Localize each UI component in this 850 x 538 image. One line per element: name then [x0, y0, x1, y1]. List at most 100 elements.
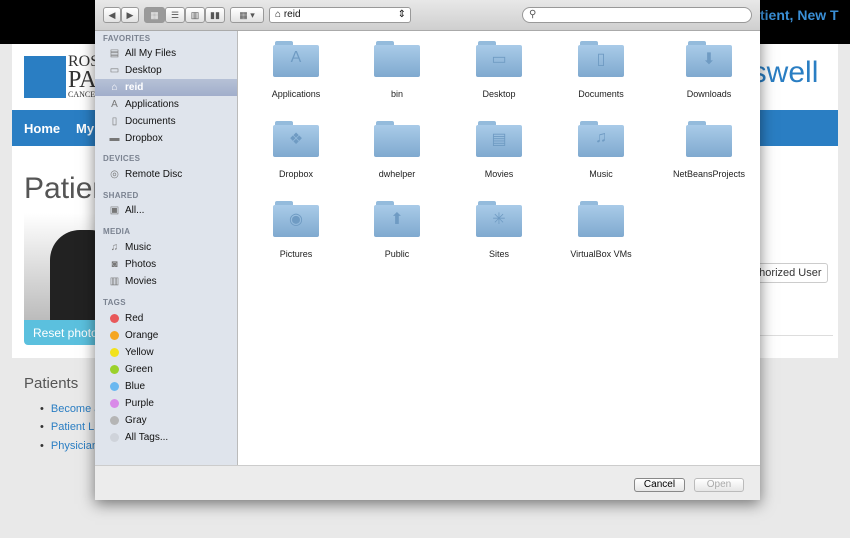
- column-view-button[interactable]: ▥: [185, 7, 205, 23]
- folder-glyph-icon: ▯: [596, 51, 606, 68]
- folder-label: Pictures: [279, 249, 313, 259]
- folder-label: Desktop: [482, 89, 516, 99]
- sidebar-item-movies[interactable]: ▥ Movies: [95, 273, 237, 290]
- sidebar-item-applications[interactable]: A Applications: [95, 96, 237, 113]
- camera-icon: ◙: [111, 259, 118, 270]
- folder-item[interactable]: NetBeansProjects: [659, 121, 759, 179]
- folder-item[interactable]: VirtualBox VMs: [551, 201, 651, 259]
- folder-icon: ◉: [273, 201, 319, 237]
- arrange-button[interactable]: ▦ ▾: [230, 7, 264, 23]
- folder-item[interactable]: ⬇ Downloads: [659, 41, 759, 99]
- folder-glyph-icon: ✳: [492, 211, 506, 228]
- film-icon: ▥: [109, 276, 120, 287]
- folder-item[interactable]: ♫ Music: [551, 121, 651, 179]
- search-input[interactable]: ⚲: [522, 7, 752, 23]
- patient-link[interactable]: Physician: [40, 440, 98, 452]
- network-icon: ▣: [109, 205, 120, 216]
- folder-icon: [578, 201, 624, 237]
- sidebar-heading: FAVORITES: [103, 34, 151, 43]
- folder-icon: ✳: [476, 201, 522, 237]
- folder-item[interactable]: ✳ Sites: [449, 201, 549, 259]
- tag-label: Red: [125, 313, 144, 324]
- folder-item[interactable]: bin: [347, 41, 447, 99]
- list-view-button[interactable]: ☰: [165, 7, 185, 23]
- user-name[interactable]: tient, New T: [760, 7, 839, 23]
- tag-label: Purple: [125, 398, 154, 409]
- sidebar-item-desktop[interactable]: ▭ Desktop: [95, 62, 237, 79]
- tag-gray[interactable]: Gray: [95, 412, 237, 429]
- folder-label: Movies: [484, 169, 514, 179]
- file-grid: A Applications bin ▭ Desktop ▯ Documents ⬇ Downl…: [238, 31, 760, 465]
- updown-icon: ⇕: [397, 9, 406, 20]
- sidebar-item-reid[interactable]: ⌂ reid: [95, 79, 237, 96]
- sidebar-item-label: reid: [125, 82, 144, 93]
- folder-icon: ▭: [476, 41, 522, 77]
- folder-icon: A: [273, 41, 319, 77]
- patient-link[interactable]: Patient Lif: [40, 421, 100, 433]
- tag-purple[interactable]: Purple: [95, 395, 237, 412]
- folder-item[interactable]: ❖ Dropbox: [246, 121, 346, 179]
- tag-label: Gray: [125, 415, 147, 426]
- folder-icon: [374, 41, 420, 77]
- folder-item[interactable]: ▤ Movies: [449, 121, 549, 179]
- folder-glyph-icon: ♫: [595, 129, 607, 146]
- tag-yellow[interactable]: Yellow: [95, 344, 237, 361]
- sidebar-heading: SHARED: [103, 191, 139, 200]
- tag-orange[interactable]: Orange: [95, 327, 237, 344]
- sidebar-item-label: Movies: [125, 276, 157, 287]
- home-icon: ⌂: [275, 9, 282, 20]
- sidebar-item-dropbox[interactable]: ▬ Dropbox: [95, 130, 237, 147]
- tag-dot-icon: [110, 348, 119, 357]
- sidebar-item-music[interactable]: ♫ Music: [95, 239, 237, 256]
- folder-label: Applications: [271, 89, 321, 99]
- tag-label: Blue: [125, 381, 146, 392]
- location-popup[interactable]: ⌂ reid ⇕: [269, 7, 411, 23]
- sidebar-heading: DEVICES: [103, 154, 141, 163]
- folder-label: bin: [390, 89, 403, 99]
- folder-item[interactable]: dwhelper: [347, 121, 447, 179]
- folder-item[interactable]: ◉ Pictures: [246, 201, 346, 259]
- patient-link[interactable]: Become a: [40, 403, 101, 415]
- folder-item[interactable]: ▯ Documents: [551, 41, 651, 99]
- folder-icon: ▯: [578, 41, 624, 77]
- nav-my[interactable]: My: [76, 121, 94, 136]
- tag-dot-icon: [110, 382, 119, 391]
- all-files-icon: ▤: [109, 48, 120, 59]
- folder-icon: ⬇: [686, 41, 732, 77]
- sidebar-item-label: Documents: [125, 116, 176, 127]
- applications-icon: A: [111, 99, 118, 110]
- sidebar-item-label: All...: [125, 205, 145, 216]
- icon-view-button[interactable]: ▦: [144, 7, 165, 23]
- tag-dot-icon: [110, 314, 119, 323]
- documents-icon: ▯: [111, 116, 118, 127]
- sidebar-item-label: Applications: [125, 99, 179, 110]
- sidebar-item-documents[interactable]: ▯ Documents: [95, 113, 237, 130]
- tag-blue[interactable]: Blue: [95, 378, 237, 395]
- folder-label: Documents: [578, 89, 624, 99]
- sidebar-item-all-my-files[interactable]: ▤ All My Files: [95, 45, 237, 62]
- search-icon: ⚲: [529, 9, 537, 20]
- folder-icon: ♫: [578, 121, 624, 157]
- folder-icon: ▬: [109, 133, 120, 144]
- sidebar-item-photos[interactable]: ◙ Photos: [95, 256, 237, 273]
- tag-dot-icon: [110, 331, 119, 340]
- folder-item[interactable]: ▭ Desktop: [449, 41, 549, 99]
- sidebar-item-all[interactable]: ▣ All...: [95, 202, 237, 219]
- folder-glyph-icon: A: [290, 49, 302, 66]
- folder-glyph-icon: ◉: [289, 211, 303, 228]
- back-button[interactable]: ◀: [103, 7, 121, 23]
- tag-label: Yellow: [125, 347, 154, 358]
- nav-home[interactable]: Home: [24, 121, 60, 136]
- sidebar-item-label: Remote Disc: [125, 169, 183, 180]
- tag-green[interactable]: Green: [95, 361, 237, 378]
- folder-item[interactable]: A Applications: [246, 41, 346, 99]
- tag-all-tags[interactable]: All Tags...: [95, 429, 237, 446]
- open-button[interactable]: Open: [694, 478, 744, 492]
- sidebar-item-label: Music: [125, 242, 152, 253]
- forward-button[interactable]: ▶: [121, 7, 139, 23]
- coverflow-view-button[interactable]: ▮▮: [205, 7, 225, 23]
- cancel-button[interactable]: Cancel: [634, 478, 685, 492]
- folder-item[interactable]: ⬆ Public: [347, 201, 447, 259]
- sidebar-item-remote-disc[interactable]: ◎ Remote Disc: [95, 166, 237, 183]
- tag-red[interactable]: Red: [95, 310, 237, 327]
